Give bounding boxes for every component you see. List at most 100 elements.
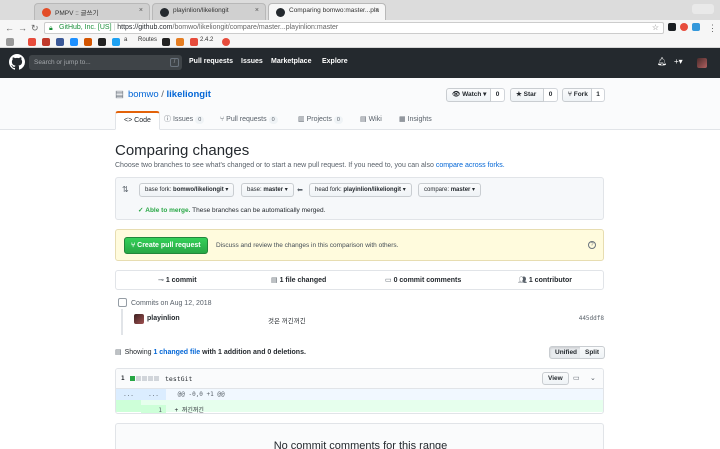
timeline-line bbox=[121, 309, 123, 335]
stat-contributors[interactable]: 👥︎ 1 contributor bbox=[518, 276, 572, 284]
browser-tab-1[interactable]: PMPV :: 글쓰기 × bbox=[34, 3, 150, 20]
fork-button[interactable]: ⑂ Fork bbox=[562, 88, 592, 102]
new-line-number[interactable]: 1 bbox=[141, 405, 166, 413]
file-name[interactable]: testGit bbox=[165, 375, 192, 383]
showing-suffix: with 1 addition and 0 deletions. bbox=[202, 349, 306, 356]
bookmark-10[interactable] bbox=[190, 38, 198, 46]
commit-sha[interactable]: 445ddf8 bbox=[579, 315, 604, 322]
bookmarks-bar: a Routes 2.4.2 bbox=[0, 36, 720, 48]
unified-toggle[interactable]: Unified bbox=[549, 346, 584, 359]
bookmark-1[interactable] bbox=[28, 38, 36, 46]
nav-pull-requests[interactable]: Pull requests bbox=[189, 58, 233, 65]
bookmark-star-icon[interactable]: ☆ bbox=[652, 23, 659, 33]
avatar[interactable] bbox=[697, 58, 707, 68]
base-branch-select[interactable]: base: master ▾ bbox=[241, 183, 294, 197]
close-icon[interactable]: × bbox=[139, 7, 143, 14]
create-pull-request-button[interactable]: ⑂ Create pull request bbox=[124, 237, 208, 254]
github-logo-icon[interactable] bbox=[9, 54, 25, 70]
fork-label: Fork bbox=[573, 91, 588, 98]
extension-icon[interactable] bbox=[692, 23, 700, 31]
help-icon[interactable]: ? bbox=[588, 241, 596, 249]
window-control[interactable] bbox=[692, 4, 714, 14]
compare-across-forks-link[interactable]: compare across forks. bbox=[436, 162, 505, 169]
browser-tab-3[interactable]: Comparing bomwo:master...pla × bbox=[268, 3, 386, 20]
bookmark-version[interactable]: 2.4.2 bbox=[200, 37, 213, 43]
commit-message[interactable]: 것은 꺼긴꺼긴 bbox=[268, 315, 306, 325]
tab-label: Pull requests bbox=[226, 116, 267, 123]
base-fork-select[interactable]: base fork: bomwo/likeliongit ▾ bbox=[139, 183, 235, 197]
merge-ok-label: Able to merge. bbox=[145, 207, 191, 214]
repo-header: ▤ bomwo / likeliongit 👁︎ Watch ▾ 0 ★ Star… bbox=[0, 78, 720, 130]
split-toggle[interactable]: Split bbox=[580, 346, 606, 359]
expand-line-number[interactable]: ... bbox=[116, 389, 141, 400]
expand-line-number[interactable]: ... bbox=[141, 389, 166, 400]
changed-files-link[interactable]: 1 changed file bbox=[153, 349, 200, 356]
url-input[interactable]: 🔒︎ GitHub, Inc. [US] | https://github.co… bbox=[44, 22, 664, 34]
bookmark-4[interactable] bbox=[70, 38, 78, 46]
close-icon[interactable]: × bbox=[375, 7, 379, 14]
tab-code[interactable]: <> Code bbox=[115, 111, 160, 130]
forward-icon[interactable]: → bbox=[18, 22, 27, 34]
apps-icon[interactable] bbox=[6, 38, 14, 46]
diffstat-blocks bbox=[130, 376, 160, 383]
search-input[interactable]: Search or jump to... / bbox=[29, 55, 182, 70]
bookmark-7[interactable] bbox=[112, 38, 120, 46]
tab-pull-requests[interactable]: ⑂ Pull requests 0 bbox=[220, 111, 278, 130]
reload-icon[interactable]: ↻ bbox=[31, 22, 39, 34]
stat-value: 0 commit comments bbox=[393, 277, 462, 284]
star-label: Star bbox=[523, 91, 537, 98]
commit-author[interactable]: playinlion bbox=[147, 315, 180, 322]
repo-owner-link[interactable]: bomwo bbox=[128, 89, 159, 100]
stat-commits[interactable]: ⊸ 1 commit bbox=[158, 276, 197, 284]
repo-name-link[interactable]: likeliongit bbox=[167, 89, 211, 100]
bookmark-9[interactable] bbox=[176, 38, 184, 46]
fork-count[interactable]: 1 bbox=[592, 88, 605, 102]
create-pr-box: ⑂ Create pull request Discuss and review… bbox=[115, 229, 604, 261]
bell-icon[interactable]: 🔔︎ bbox=[657, 57, 667, 66]
stat-files[interactable]: ▤ 1 file changed bbox=[271, 276, 326, 284]
browser-tab-bar: PMPV :: 글쓰기 × playinlion/likeliongit × C… bbox=[0, 0, 720, 20]
star-count[interactable]: 0 bbox=[544, 88, 558, 102]
display-icon[interactable]: ▭ bbox=[573, 374, 580, 382]
tab-count: 0 bbox=[333, 116, 343, 124]
menu-icon[interactable]: ⋮ bbox=[708, 22, 717, 34]
bookmark-5[interactable] bbox=[84, 38, 92, 46]
bookmark-2[interactable] bbox=[42, 38, 50, 46]
nav-issues[interactable]: Issues bbox=[241, 58, 263, 65]
repo-title: ▤ bomwo / likeliongit bbox=[115, 89, 211, 100]
plus-icon[interactable]: +▾ bbox=[674, 57, 683, 66]
tab-label: Code bbox=[134, 117, 151, 124]
arrow-left-icon: ⬅ bbox=[297, 187, 303, 194]
watch-count[interactable]: 0 bbox=[491, 88, 505, 102]
select-value: master bbox=[450, 187, 471, 193]
bookmark-3[interactable] bbox=[56, 38, 64, 46]
watch-button[interactable]: 👁︎ Watch ▾ bbox=[446, 88, 491, 102]
head-fork-select[interactable]: head fork: playinlion/likeliongit ▾ bbox=[309, 183, 412, 197]
chevron-down-icon[interactable]: ⌄ bbox=[590, 374, 596, 382]
nav-marketplace[interactable]: Marketplace bbox=[271, 58, 311, 65]
star-button[interactable]: ★ Star bbox=[510, 88, 544, 102]
bookmark-11[interactable] bbox=[222, 38, 230, 46]
bookmark-a[interactable]: a bbox=[124, 37, 127, 43]
nav-explore[interactable]: Explore bbox=[322, 58, 348, 65]
close-icon[interactable]: × bbox=[255, 7, 259, 14]
tab-insights[interactable]: ▦ Insights bbox=[399, 111, 432, 130]
view-file-button[interactable]: View bbox=[542, 372, 569, 385]
old-line-number[interactable] bbox=[116, 400, 141, 412]
browser-tab-2[interactable]: playinlion/likeliongit × bbox=[152, 3, 266, 20]
github-bookmark-icon[interactable] bbox=[162, 38, 170, 46]
stat-comments[interactable]: ▭ 0 commit comments bbox=[385, 276, 461, 284]
github-header: Search or jump to... / Pull requests Iss… bbox=[0, 48, 720, 78]
bookmark-6[interactable] bbox=[98, 38, 106, 46]
back-icon[interactable]: ← bbox=[5, 22, 14, 34]
commit-author-avatar[interactable] bbox=[134, 314, 144, 324]
opera-extension-icon[interactable] bbox=[680, 23, 688, 31]
tab-projects[interactable]: ▥ Projects 0 bbox=[298, 111, 343, 130]
tab-wiki[interactable]: ▤ Wiki bbox=[360, 111, 382, 130]
tab-issues[interactable]: ⓘ Issues 0 bbox=[164, 111, 205, 130]
pr-hint: Discuss and review the changes in this c… bbox=[216, 242, 399, 249]
compare-branch-select[interactable]: compare: master ▾ bbox=[418, 183, 482, 197]
extension-icon[interactable] bbox=[668, 23, 676, 31]
tab-title: playinlion/likeliongit bbox=[173, 7, 229, 14]
bookmark-routes[interactable]: Routes bbox=[138, 37, 157, 43]
